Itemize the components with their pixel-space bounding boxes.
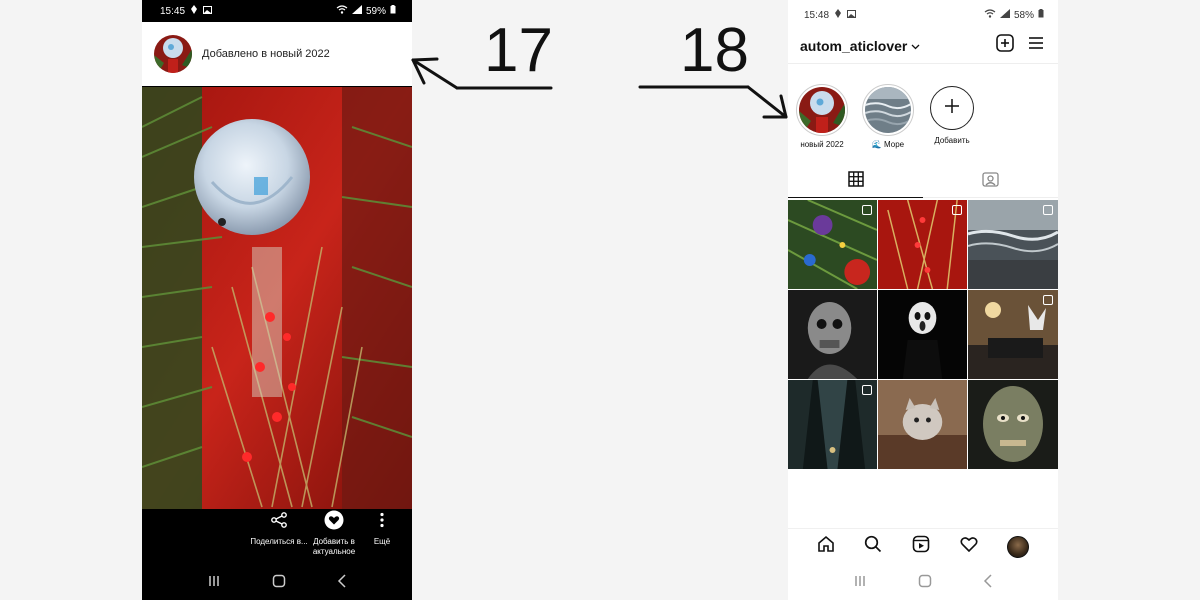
profile-avatar[interactable]: [1007, 535, 1030, 558]
more-button[interactable]: Ещё: [352, 509, 412, 547]
arrow-18: [638, 85, 788, 119]
notification-icon: [190, 5, 198, 17]
profile-phone: 15:48 58% autom_aticlover новый 2022 🌊 М…: [788, 0, 1058, 600]
heart-icon[interactable]: [960, 536, 978, 557]
post-thumbnail[interactable]: [968, 200, 1058, 289]
back-icon[interactable]: [983, 573, 993, 593]
highlight-ring: [862, 84, 914, 136]
back-icon[interactable]: [337, 573, 347, 593]
home-icon[interactable]: [918, 574, 932, 593]
post-thumbnail[interactable]: [878, 200, 967, 289]
account-switcher[interactable]: autom_aticlover: [800, 37, 920, 55]
highlight-label: Добавить: [934, 136, 970, 145]
grid-icon: [847, 171, 864, 192]
post-thumbnail[interactable]: [968, 380, 1058, 469]
chevron-down-icon: [911, 37, 920, 55]
highlight-label: новый 2022: [800, 140, 844, 149]
post-thumbnail[interactable]: [788, 380, 877, 469]
plus-icon: [944, 98, 960, 119]
multi-photo-icon: [862, 205, 872, 215]
recents-icon[interactable]: [853, 574, 867, 592]
share-button[interactable]: Поделиться в...: [249, 509, 309, 547]
story-viewer-phone: 15:45 59% Добавлено в новый 2022 Поделит…: [142, 0, 412, 600]
highlights-row: новый 2022 🌊 Море Добавить: [788, 84, 1058, 156]
add-highlight-circle: [930, 86, 974, 130]
step-number-18: 18: [680, 16, 749, 85]
wifi-icon: [336, 5, 348, 17]
highlight-sea[interactable]: 🌊 Море: [855, 84, 921, 149]
multi-photo-icon: [952, 205, 962, 215]
added-to-highlight-text: Добавлено в новый 2022: [202, 48, 330, 60]
menu-icon[interactable]: [1028, 36, 1044, 55]
home-icon[interactable]: [817, 535, 835, 558]
post-thumbnail[interactable]: [878, 290, 967, 379]
highlight-label: 🌊 Море: [871, 140, 905, 149]
battery-icon: [390, 5, 396, 17]
wifi-icon: [984, 9, 996, 21]
battery-level: 58%: [1013, 9, 1034, 21]
multi-photo-icon: [1043, 295, 1053, 305]
post-thumbnail[interactable]: [788, 200, 877, 289]
highlight-cover: [865, 87, 911, 133]
system-nav-bar: [142, 566, 412, 600]
home-icon[interactable]: [272, 574, 286, 593]
signal-icon: [351, 5, 362, 17]
highlight-avatar: [154, 35, 192, 73]
multi-photo-icon: [862, 385, 872, 395]
tab-posts-grid[interactable]: [788, 166, 923, 198]
gallery-icon: [203, 5, 213, 17]
status-time: 15:45: [160, 5, 186, 17]
posts-grid: [788, 200, 1058, 469]
new-post-icon[interactable]: [996, 34, 1014, 57]
multi-photo-icon: [1043, 205, 1053, 215]
story-actions-bar: Поделиться в... Добавить в актуальное Ещ…: [142, 509, 412, 569]
signal-icon: [999, 9, 1010, 21]
add-highlight-button[interactable]: Добавить: [919, 84, 985, 145]
profile-tabs: [788, 166, 1058, 198]
tagged-person-icon: [982, 171, 999, 192]
step-number-17: 17: [484, 16, 553, 85]
post-thumbnail[interactable]: [788, 290, 877, 379]
share-icon: [249, 509, 309, 531]
username: autom_aticlover: [800, 37, 908, 54]
system-nav-bar: [788, 566, 1058, 600]
added-to-highlight-bar[interactable]: Добавлено в новый 2022: [142, 22, 412, 86]
highlight-cover: [799, 87, 845, 133]
add-to-highlights-label: Добавить в актуальное: [312, 537, 356, 556]
highlight-ring: [796, 84, 848, 136]
post-thumbnail[interactable]: [968, 290, 1058, 379]
battery-level: 59%: [365, 5, 386, 17]
status-time: 15:48: [804, 9, 830, 21]
more-label: Ещё: [373, 537, 391, 546]
status-bar: 15:45 59%: [142, 0, 412, 22]
share-label: Поделиться в...: [250, 537, 308, 546]
story-photo[interactable]: [142, 87, 412, 509]
search-icon[interactable]: [864, 535, 882, 558]
recents-icon[interactable]: [207, 574, 221, 592]
reels-icon[interactable]: [912, 535, 930, 558]
bottom-nav: [788, 528, 1058, 564]
status-bar: 15:48 58%: [788, 0, 1058, 28]
gallery-icon: [847, 9, 857, 21]
notification-icon: [834, 9, 842, 21]
more-vertical-icon: [352, 509, 412, 531]
battery-icon: [1038, 9, 1044, 21]
tab-tagged[interactable]: [923, 166, 1058, 198]
post-thumbnail[interactable]: [878, 380, 967, 469]
highlight-new-2022[interactable]: новый 2022: [789, 84, 855, 149]
profile-header: autom_aticlover: [788, 28, 1058, 64]
